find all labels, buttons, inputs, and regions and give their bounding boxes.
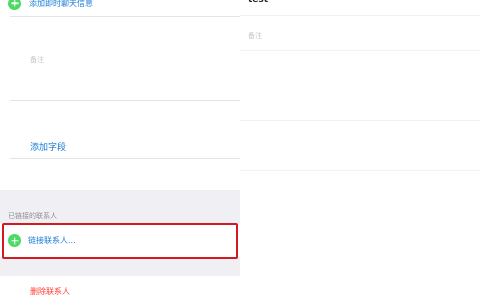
separator [240,170,480,171]
notes-field[interactable]: 备注 [248,31,262,41]
separator [10,100,240,101]
separator [10,158,240,159]
contact-edit-panel: 添加即时聊天信息 备注 添加字段 已链接的联系人 链接联系人... 删除联系人 [0,0,240,300]
separator [240,50,480,51]
highlight-annotation [2,223,238,259]
delete-contact-button[interactable]: 删除联系人 [30,286,70,297]
contact-name: test [248,0,269,5]
separator [10,16,240,17]
add-field-button[interactable]: 添加字段 [30,140,66,153]
separator [240,15,480,16]
add-im-plus-icon[interactable] [8,0,21,10]
separator [240,120,480,121]
notes-field[interactable]: 备注 [30,55,44,65]
contact-detail-panel: test 备注 [240,0,480,300]
linked-contacts-header: 已链接的联系人 [8,212,57,220]
add-im-row[interactable]: 添加即时聊天信息 [8,0,93,11]
add-im-label: 添加即时聊天信息 [29,0,93,8]
